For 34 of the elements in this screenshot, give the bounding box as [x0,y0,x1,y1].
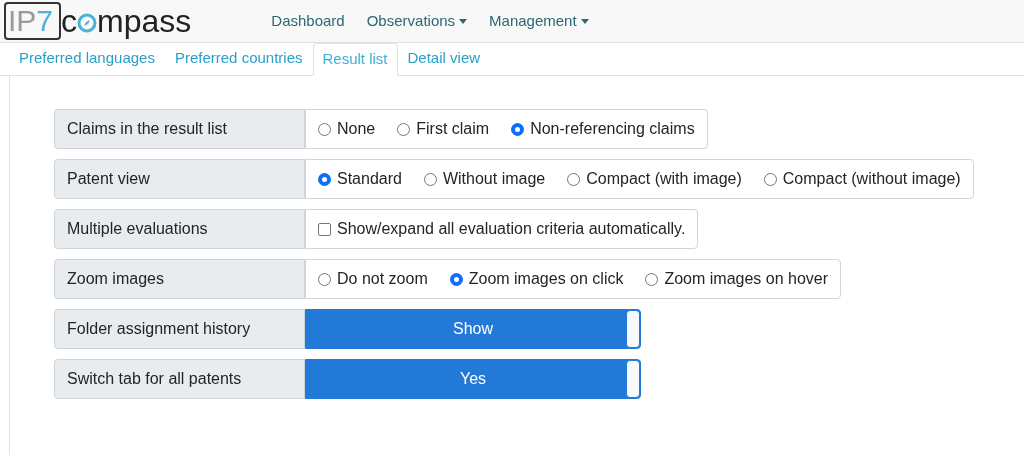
radio-option[interactable]: Do not zoom [318,267,428,291]
radio-icon[interactable] [397,122,411,136]
setting-label: Zoom images [54,259,305,299]
radio-icon[interactable] [645,272,659,286]
compass-icon [77,13,98,33]
nav-link[interactable]: Management [489,9,589,33]
radio-icon[interactable] [318,272,331,286]
radio-option[interactable]: Zoom images on hover [645,267,829,291]
setting-label: Patent view [54,159,305,199]
radio-icon[interactable] [423,172,437,186]
radio-icon[interactable] [318,122,331,136]
radio-option[interactable]: Compact (without image) [763,167,961,191]
setting-label: Multiple evaluations [54,209,305,249]
checkbox-icon[interactable] [318,222,331,236]
radio-option[interactable]: None [318,117,376,141]
radio-icon[interactable] [318,172,331,186]
radio-option[interactable]: Zoom images on click [449,267,624,291]
radio-icon[interactable] [511,122,525,136]
nav-link[interactable]: Observations [366,9,468,33]
radio-icon[interactable] [449,272,463,286]
setting-label: Switch tab for all patents [54,359,305,399]
radio-option[interactable]: Compact (with image) [567,167,742,191]
setting-label: Folder assignment history [54,309,305,349]
logo[interactable]: IP7 c mpass [4,2,192,40]
radio-option[interactable]: Standard [318,167,402,191]
radio-option[interactable]: Non-referencing claims [511,117,695,141]
radio-option[interactable]: First claim [397,117,490,141]
setting-label: Claims in the result list [54,109,305,149]
radio-icon[interactable] [763,172,777,186]
radio-icon[interactable] [567,172,581,186]
toggle-switch[interactable]: Yes [305,359,641,399]
radio-option[interactable]: Without image [423,167,546,191]
nav-link[interactable]: Dashboard [271,9,345,33]
toggle-switch[interactable]: Show [305,309,641,349]
